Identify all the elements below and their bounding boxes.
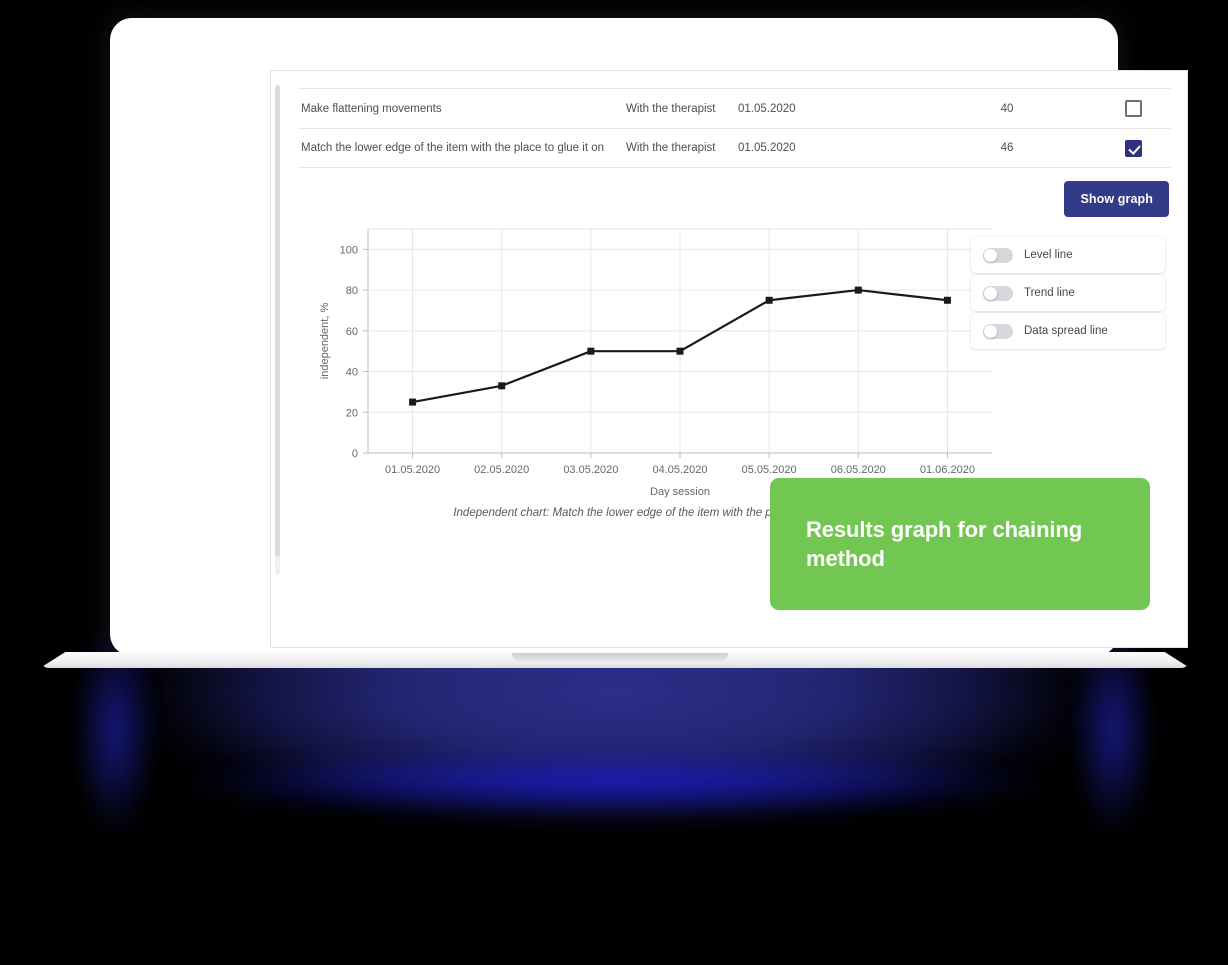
vertical-scrollbar[interactable] [275,85,280,575]
svg-text:02.05.2020: 02.05.2020 [474,464,529,476]
svg-text:Day session: Day session [650,486,710,498]
screenshot-stage: Make flattening movements With the thera… [0,0,1228,965]
toggle-label: Trend line [1024,287,1075,299]
svg-text:20: 20 [346,407,358,419]
toggle-data-spread-line[interactable]: Data spread line [971,313,1165,349]
svg-text:80: 80 [346,285,358,297]
svg-text:01.06.2020: 01.06.2020 [920,464,975,476]
row-checkbox-unchecked[interactable] [1125,100,1142,117]
table-row[interactable]: Make flattening movements With the thera… [298,88,1171,128]
cell-date: 01.05.2020 [738,142,796,154]
chart-options-panel: Level line Trend line Data spread line [971,237,1165,351]
scrollbar-thumb[interactable] [275,85,280,557]
svg-text:04.05.2020: 04.05.2020 [652,464,707,476]
toggle-label: Level line [1024,249,1073,261]
cell-performer: With the therapist [626,102,716,115]
cell-task: Make flattening movements [301,102,442,115]
cell-checkbox[interactable] [1096,100,1171,117]
table-row[interactable]: Match the lower edge of the item with th… [298,128,1171,168]
show-graph-button[interactable]: Show graph [1064,181,1169,217]
cell-score: 40 [1000,102,1014,115]
svg-text:40: 40 [346,367,358,379]
svg-text:05.05.2020: 05.05.2020 [742,464,797,476]
svg-text:01.05.2020: 01.05.2020 [385,464,440,476]
svg-text:100: 100 [340,244,358,256]
svg-text:03.05.2020: 03.05.2020 [563,464,618,476]
toggle-switch-icon[interactable] [983,247,1013,263]
cell-checkbox[interactable] [1096,139,1171,157]
annotation-callout: Results graph for chaining method [770,478,1150,610]
svg-text:06.05.2020: 06.05.2020 [831,464,886,476]
svg-text:0: 0 [352,448,358,460]
cell-score: 46 [1000,142,1014,154]
row-checkbox-checked[interactable] [1125,139,1142,157]
cell-performer: With the therapist [626,142,716,154]
svg-text:independent, %: independent, % [319,303,331,380]
toggle-switch-icon[interactable] [983,285,1013,301]
toggle-level-line[interactable]: Level line [971,237,1165,273]
annotation-callout-text: Results graph for chaining method [806,516,1083,571]
cell-task: Match the lower edge of the item with th… [301,142,605,154]
toggle-trend-line[interactable]: Trend line [971,275,1165,311]
task-table: Make flattening movements With the thera… [298,88,1171,168]
cell-date: 01.05.2020 [738,102,796,115]
toggle-label: Data spread line [1024,325,1108,337]
svg-text:60: 60 [346,326,358,338]
toggle-switch-icon[interactable] [983,323,1013,339]
laptop-base-notch [512,653,728,662]
